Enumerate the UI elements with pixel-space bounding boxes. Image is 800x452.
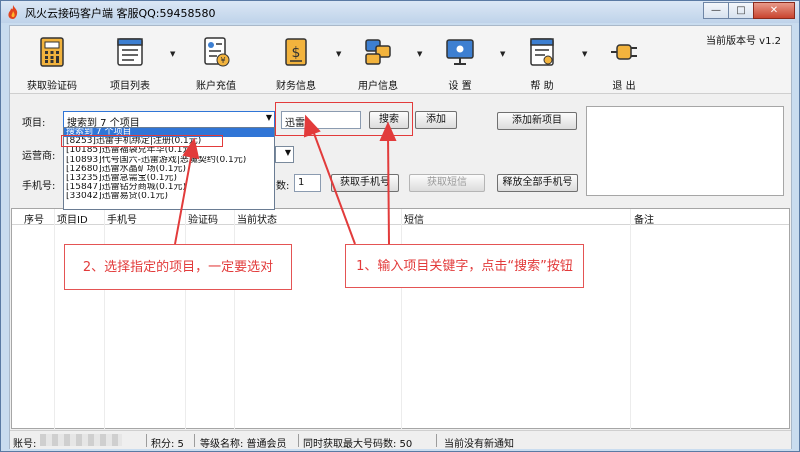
annotation-arrows bbox=[174, 114, 397, 245]
annotation-step2: 2、选择指定的项目，一定要选对 bbox=[64, 244, 292, 290]
annotation-step1: 1、输入项目关键字，点击“搜索”按钮 bbox=[345, 244, 584, 288]
